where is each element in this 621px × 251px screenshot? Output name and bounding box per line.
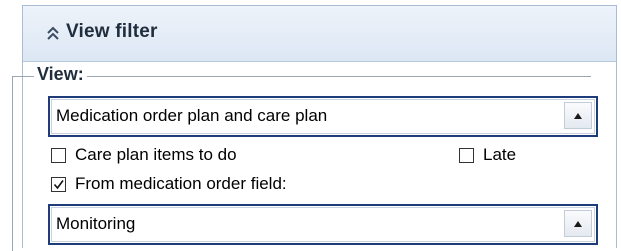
dropdown-arrow-icon <box>574 113 582 119</box>
panel-header[interactable]: View filter <box>23 6 616 62</box>
dropdown-arrow-icon <box>574 221 582 227</box>
panel-title: View filter <box>66 21 158 42</box>
late-checkbox[interactable] <box>459 148 474 163</box>
care-plan-items-checkbox[interactable] <box>51 148 66 163</box>
monitoring-dropdown[interactable]: Monitoring <box>48 204 598 245</box>
view-group-legend: View: <box>34 64 87 85</box>
late-label[interactable]: Late <box>483 145 516 165</box>
view-dropdown-button[interactable] <box>564 102 592 129</box>
view-dropdown-value: Medication order plan and care plan <box>56 106 328 125</box>
double-chevron-up-icon[interactable] <box>46 25 60 43</box>
from-medication-order-field-checkbox[interactable] <box>51 177 66 192</box>
monitoring-dropdown-button[interactable] <box>564 210 592 237</box>
care-plan-items-label[interactable]: Care plan items to do <box>75 145 237 165</box>
view-dropdown[interactable]: Medication order plan and care plan <box>48 96 598 137</box>
monitoring-dropdown-value: Monitoring <box>56 214 136 233</box>
from-medication-order-field-label[interactable]: From medication order field: <box>75 174 287 194</box>
checkmark-icon <box>53 180 64 190</box>
